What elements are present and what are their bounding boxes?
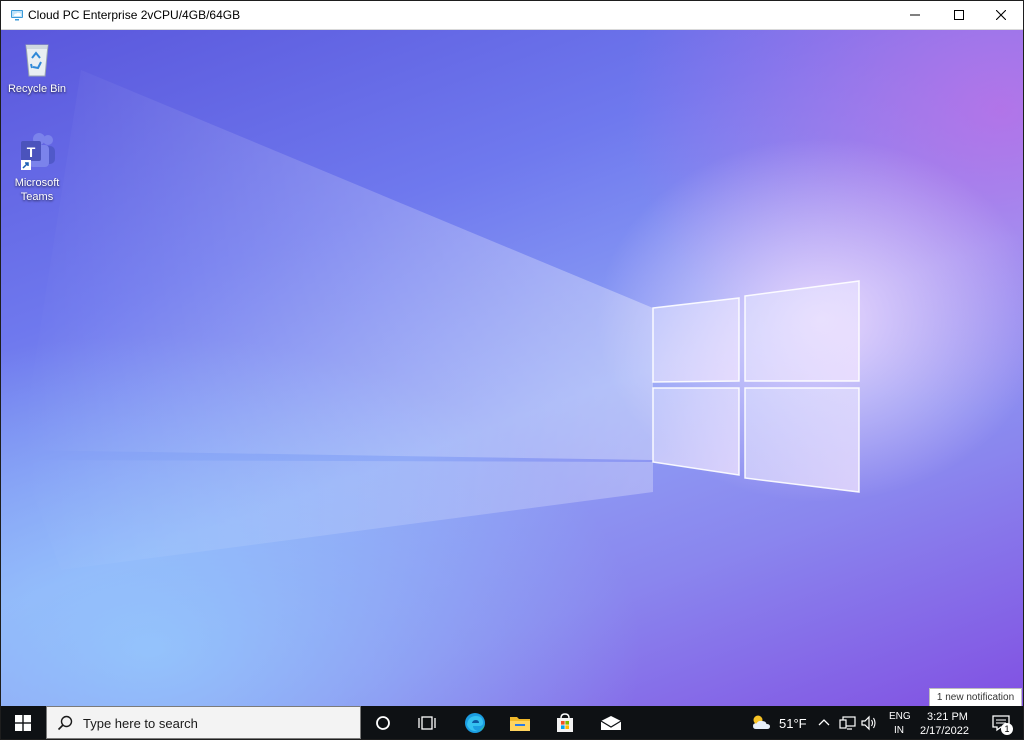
notification-toast[interactable]: 1 new notification xyxy=(929,688,1022,706)
title-bar[interactable]: Cloud PC Enterprise 2vCPU/4GB/64GB xyxy=(1,1,1023,30)
input-region[interactable]: IN xyxy=(894,725,904,736)
start-button[interactable] xyxy=(1,706,45,739)
notification-count-badge: 1 xyxy=(1001,723,1013,735)
task-view-button[interactable] xyxy=(406,706,448,739)
action-center-button[interactable]: 1 xyxy=(979,706,1023,739)
clock-date[interactable]: 2/17/2022 xyxy=(920,725,969,737)
window-title: Cloud PC Enterprise 2vCPU/4GB/64GB xyxy=(28,8,241,22)
remote-desktop-window: Cloud PC Enterprise 2vCPU/4GB/64GB Recyc… xyxy=(0,0,1024,740)
file-explorer-button[interactable] xyxy=(499,706,541,739)
windows-logo-icon xyxy=(15,714,31,731)
desktop[interactable]: Recycle Bin T Microsoft Teams xyxy=(1,30,1023,706)
partly-cloudy-icon xyxy=(753,715,770,729)
mail-icon xyxy=(600,715,622,730)
file-explorer-icon xyxy=(510,716,530,731)
cortana-button[interactable] xyxy=(363,706,403,739)
minimize-button[interactable] xyxy=(893,1,937,29)
recycle-bin-icon xyxy=(25,44,49,77)
windows-wallpaper-logo xyxy=(21,70,860,570)
task-view-icon xyxy=(418,715,436,730)
mail-button[interactable] xyxy=(589,706,633,739)
svg-text:T: T xyxy=(27,144,36,160)
network-icon[interactable] xyxy=(839,715,857,731)
cortana-icon xyxy=(376,715,390,730)
edge-icon xyxy=(465,712,485,733)
desktop-icon-label: Recycle Bin xyxy=(7,83,67,95)
minimize-icon xyxy=(910,14,920,16)
taskbar-search-box[interactable]: Type here to search xyxy=(46,706,361,739)
teams-icon: T xyxy=(21,133,55,170)
clock-time[interactable]: 3:21 PM xyxy=(927,711,968,723)
maximize-button[interactable] xyxy=(937,1,981,29)
maximize-icon xyxy=(954,10,964,20)
close-button[interactable] xyxy=(979,1,1023,29)
weather-temperature[interactable]: 51°F xyxy=(779,716,807,731)
edge-button[interactable] xyxy=(453,706,497,739)
microsoft-store-button[interactable] xyxy=(543,706,587,739)
input-language[interactable]: ENG xyxy=(889,711,911,722)
taskbar: Type here to search 51°F ENG IN 3:21 PM … xyxy=(1,706,1023,739)
cloud-pc-icon xyxy=(11,10,23,21)
search-icon xyxy=(57,715,73,731)
desktop-icon-recycle-bin[interactable]: Recycle Bin xyxy=(5,36,69,96)
desktop-icon-microsoft-teams[interactable]: T Microsoft Teams xyxy=(5,130,69,204)
chevron-up-icon[interactable] xyxy=(818,717,830,727)
volume-icon[interactable] xyxy=(860,715,878,731)
desktop-icon-label: Microsoft Teams xyxy=(14,177,60,203)
search-placeholder: Type here to search xyxy=(83,716,198,731)
store-icon xyxy=(557,712,573,732)
close-icon xyxy=(996,10,1006,20)
